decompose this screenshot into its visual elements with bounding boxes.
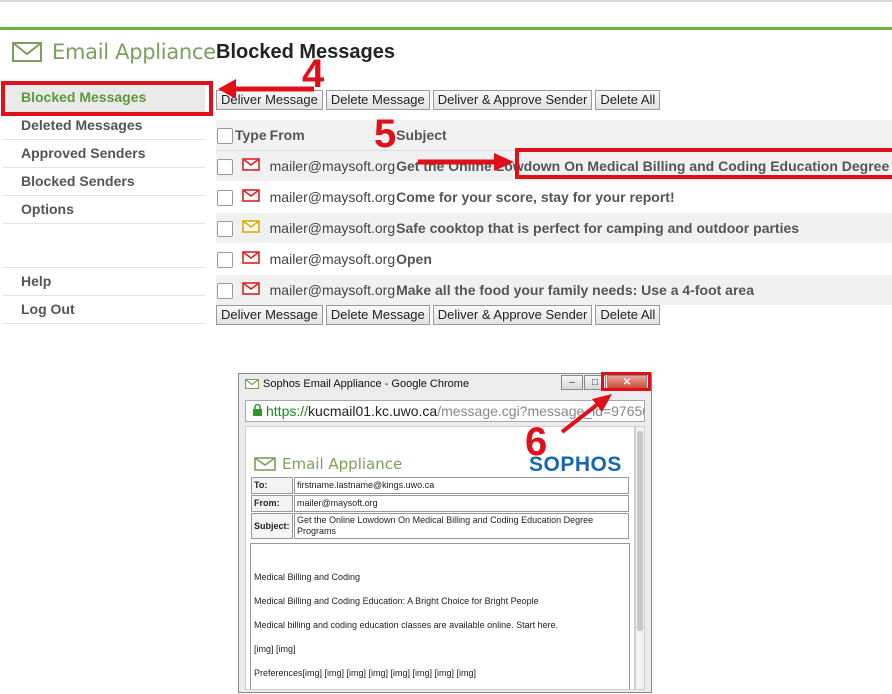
envelope-red-icon: [242, 189, 260, 202]
popup-content: Email Appliance SOPHOS To: firstname.last…: [245, 426, 635, 690]
envelope-logo-icon: [12, 42, 42, 62]
popup-titlebar: Sophos Email Appliance - Google Chrome: [245, 378, 469, 390]
row-from: mailer@maysoft.org: [267, 181, 397, 213]
message-body: Medical Billing and Coding Medical Billi…: [250, 543, 630, 689]
annotation-arrow-5: [418, 153, 514, 171]
delete-message-button[interactable]: Delete Message: [325, 90, 430, 110]
subject-value: Get the Online Lowdown On Medical Billin…: [294, 513, 629, 539]
sidebar-item-options[interactable]: Options: [3, 196, 205, 224]
subject-column-header[interactable]: Subject: [396, 120, 892, 151]
annotation-step-4: 4: [302, 52, 325, 96]
lock-icon: [252, 402, 263, 421]
row-from: mailer@maysoft.org: [267, 212, 397, 244]
row-checkbox[interactable]: [217, 282, 233, 299]
delete-all-button-bottom[interactable]: Delete All: [595, 305, 661, 325]
envelope-logo-icon: [254, 457, 276, 471]
annotation-step-6: 6: [525, 420, 548, 464]
body-line: Medical Billing and Coding: [254, 572, 361, 582]
top-border: [0, 0, 892, 2]
table-row[interactable]: mailer@maysoft.org Open: [216, 243, 892, 275]
app-logo: Email Appliance: [12, 40, 216, 64]
popup-scrollbar[interactable]: [635, 426, 645, 690]
select-all-cell: [216, 120, 234, 151]
to-value: firstname.lastname@kings.uwo.ca: [294, 477, 629, 494]
subject-label: Subject:: [251, 513, 293, 539]
annotation-step-5: 5: [374, 112, 397, 156]
sidebar-spacer: [3, 224, 205, 268]
row-subject[interactable]: Come for your score, stay for your repor…: [396, 181, 892, 213]
sidebar-item-deleted-messages[interactable]: Deleted Messages: [3, 112, 205, 140]
sidebar-item-approved-senders[interactable]: Approved Senders: [3, 140, 205, 168]
row-checkbox[interactable]: [217, 220, 233, 237]
row-checkbox[interactable]: [217, 189, 233, 206]
minimize-button[interactable]: –: [561, 375, 583, 390]
envelope-red-icon: [242, 282, 260, 295]
row-from: mailer@maysoft.org: [267, 274, 397, 306]
type-column-header[interactable]: Type: [234, 120, 268, 151]
body-line: Preferences[img] [img] [img] [img] [img]…: [254, 668, 477, 678]
scrollbar-thumb[interactable]: [637, 431, 643, 631]
envelope-yellow-icon: [242, 220, 260, 233]
sidebar-item-help[interactable]: Help: [3, 268, 205, 296]
deliver-approve-sender-button[interactable]: Deliver & Approve Sender: [432, 90, 593, 110]
deliver-approve-sender-button-bottom[interactable]: Deliver & Approve Sender: [432, 305, 593, 325]
to-label: To:: [251, 477, 293, 494]
bottom-toolbar: Deliver Message Delete Message Deliver &…: [216, 305, 661, 325]
highlight-first-subject: [515, 148, 892, 179]
from-value: mailer@maysoft.org: [294, 495, 629, 512]
envelope-red-icon: [242, 251, 260, 264]
deliver-message-button-bottom[interactable]: Deliver Message: [216, 305, 323, 325]
highlight-blocked-messages: [1, 81, 213, 116]
row-subject[interactable]: Make all the food your family needs: Use…: [396, 274, 892, 306]
row-subject[interactable]: Safe cooktop that is perfect for camping…: [396, 212, 892, 244]
annotation-arrow-4: [218, 79, 314, 99]
select-all-checkbox[interactable]: [217, 127, 233, 144]
delete-message-button-bottom[interactable]: Delete Message: [325, 305, 430, 325]
row-subject[interactable]: Open: [396, 243, 892, 275]
from-label: From:: [251, 495, 293, 512]
popup-window-title: Sophos Email Appliance - Google Chrome: [263, 378, 470, 390]
url-scheme: https://: [266, 403, 309, 419]
sidebar: Blocked Messages Deleted Messages Approv…: [3, 84, 205, 324]
annotation-arrow-6: [560, 394, 612, 434]
maximize-icon: □: [591, 377, 599, 388]
table-header-row: Type From Subject: [216, 120, 892, 151]
url-host: kucmail01.kc.uwo.ca: [308, 403, 438, 419]
row-checkbox[interactable]: [217, 158, 233, 175]
message-header-table: To: firstname.lastname@kings.uwo.ca From:…: [250, 476, 630, 540]
body-line: Medical Billing and Coding Education: A …: [254, 596, 539, 606]
row-from: mailer@maysoft.org: [267, 243, 397, 275]
popup-logo-text: Email Appliance: [282, 455, 403, 473]
popup-logo: Email Appliance: [254, 455, 402, 473]
minimize-icon: –: [569, 377, 575, 388]
delete-all-button[interactable]: Delete All: [595, 90, 661, 110]
sidebar-item-log-out[interactable]: Log Out: [3, 296, 205, 324]
row-checkbox[interactable]: [217, 251, 233, 268]
table-row[interactable]: mailer@maysoft.org Make all the food you…: [216, 274, 892, 306]
envelope-red-icon: [242, 158, 260, 171]
app-logo-text: Email Appliance: [52, 40, 216, 64]
envelope-small-icon: [245, 379, 259, 389]
table-row[interactable]: mailer@maysoft.org Safe cooktop that is …: [216, 212, 892, 244]
body-line: Medical billing and coding education cla…: [254, 620, 559, 630]
highlight-close-button: [601, 372, 651, 391]
header-accent-bar: [0, 27, 892, 30]
table-row[interactable]: mailer@maysoft.org Come for your score, …: [216, 181, 892, 213]
sidebar-item-blocked-senders[interactable]: Blocked Senders: [3, 168, 205, 196]
body-line: [img] [img]: [254, 644, 296, 654]
